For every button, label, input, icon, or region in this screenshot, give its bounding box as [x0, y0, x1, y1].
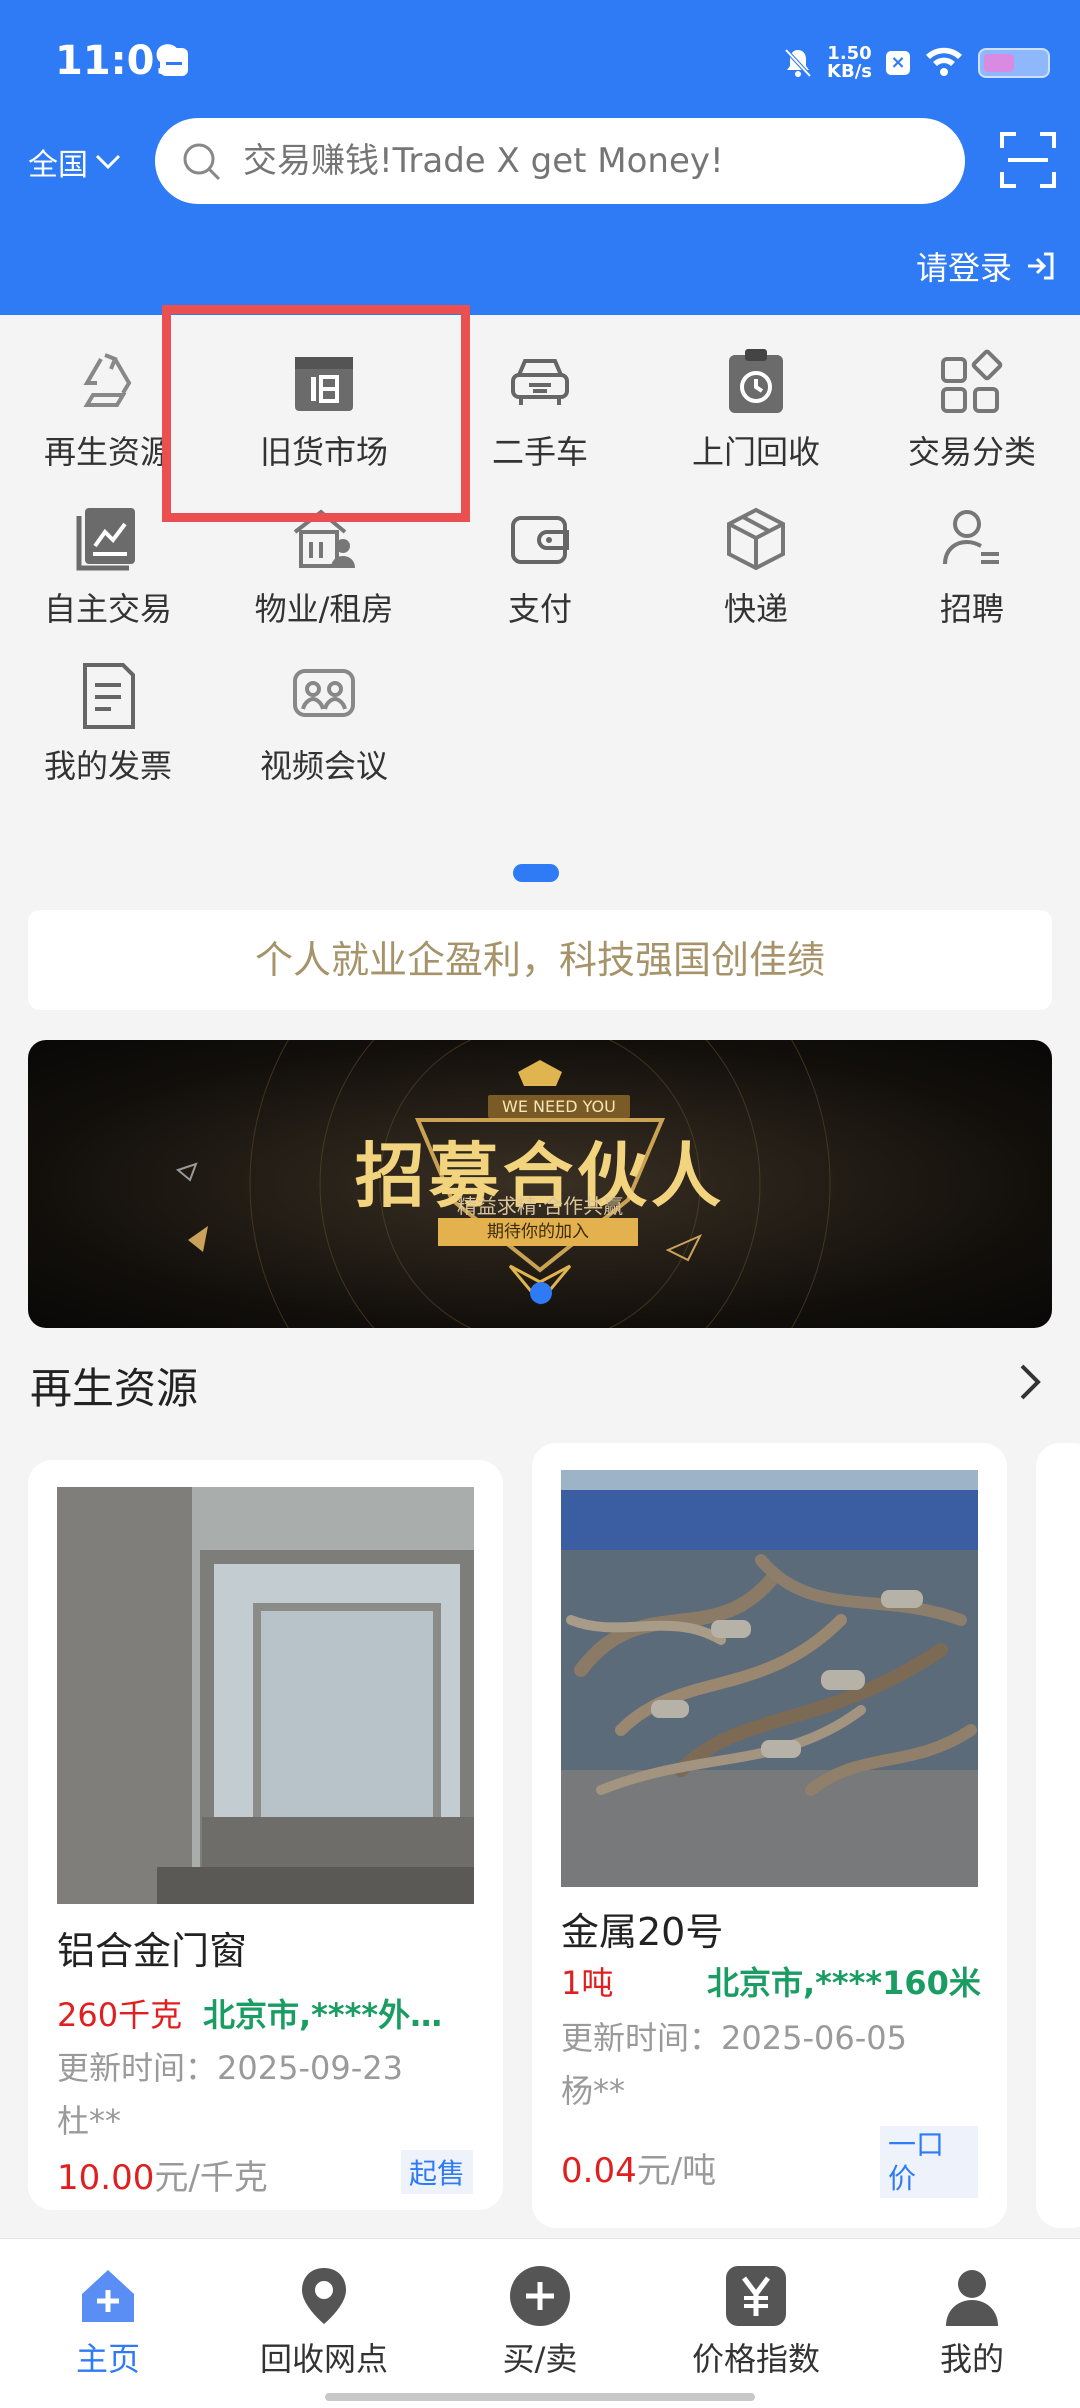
nav-mine[interactable]: 我的 — [864, 2239, 1080, 2408]
package-icon — [719, 502, 793, 576]
product-card[interactable]: 金属20号 1吨 北京市,****160米 更新时间：2025-06-05 杨*… — [532, 1443, 1007, 2228]
home-indicator — [325, 2393, 755, 2401]
grid-item-self-trade[interactable]: 自主交易 — [0, 502, 216, 659]
battery-icon — [978, 48, 1050, 78]
grid-item-video-meeting[interactable]: 视频会议 — [216, 659, 432, 816]
grid-item-invoice[interactable]: 我的发票 — [0, 659, 216, 816]
invoice-icon — [71, 659, 145, 733]
category-icon — [935, 345, 1009, 419]
top-header: 11:09 1.50KB/s × 全国 请登录 — [0, 0, 1080, 315]
grid-item-categories[interactable]: 交易分类 — [864, 345, 1080, 502]
message-icon — [160, 48, 188, 76]
book-chart-icon — [71, 502, 145, 576]
login-link[interactable]: 请登录 — [916, 243, 1056, 289]
chevron-right-icon[interactable] — [1012, 1360, 1048, 1404]
product-updated: 更新时间：2025-06-05 — [561, 2019, 907, 2057]
slogan-banner: 个人就业企盈利，科技强国创佳绩 — [28, 910, 1052, 1010]
product-card[interactable]: 铝合金门窗 260千克 北京市,****外… 更新时间：2025-09-23 杜… — [28, 1460, 503, 2210]
nav-home[interactable]: 主页 — [0, 2239, 216, 2408]
nav-buy-sell[interactable]: 买/卖 — [432, 2239, 648, 2408]
nav-recycling-points[interactable]: 回收网点 — [216, 2239, 432, 2408]
product-updated: 更新时间：2025-09-23 — [57, 2049, 403, 2087]
product-seller: 杜** — [57, 2102, 122, 2140]
bottom-nav: 主页 回收网点 买/卖 价格指数 我的 — [0, 2238, 1080, 2408]
nav-price-index[interactable]: 价格指数 — [648, 2239, 864, 2408]
product-location: 北京市,****160米 — [707, 1964, 981, 2002]
x-app-icon: × — [886, 51, 910, 75]
product-badge: 一口价 — [880, 2126, 978, 2198]
network-speed: 1.50 KB/s — [827, 43, 872, 82]
product-image-window — [57, 1487, 474, 1904]
wifi-icon — [924, 45, 964, 81]
grid-item-express[interactable]: 快递 — [648, 502, 864, 659]
home-icon — [82, 2270, 134, 2322]
product-price: 10.00元/千克 — [57, 2158, 268, 2198]
region-selector[interactable]: 全国 — [28, 140, 122, 184]
yen-icon — [726, 2266, 786, 2326]
grid-item-home-recycling[interactable]: 上门回收 — [648, 345, 864, 502]
product-name: 铝合金门窗 — [57, 1929, 248, 1973]
status-icons: 1.50 KB/s × — [783, 40, 1050, 86]
product-location: 北京市,****外… — [203, 1996, 443, 2034]
login-arrow-icon — [1028, 252, 1054, 280]
search-input[interactable] — [243, 141, 943, 181]
banner-subtitle: 精益求精·合作共赢 — [456, 1194, 624, 1218]
chevron-down-icon — [95, 154, 121, 170]
bell-off-icon — [783, 47, 813, 79]
product-quantity: 1吨 — [561, 1964, 614, 2002]
product-price: 0.04元/吨 — [561, 2151, 717, 2191]
product-image-scrap-metal — [561, 1470, 978, 1887]
banner-indicator — [530, 1282, 552, 1304]
search-icon — [183, 143, 221, 181]
page-indicator — [513, 864, 559, 882]
scan-icon[interactable] — [998, 130, 1058, 190]
plus-circle-icon — [510, 2266, 570, 2326]
wallet-icon — [503, 502, 577, 576]
status-bar: 11:09 1.50 KB/s × — [0, 0, 1080, 120]
car-icon — [503, 345, 577, 419]
product-name: 金属20号 — [561, 1910, 724, 1954]
product-card-partial[interactable] — [1036, 1443, 1080, 2228]
product-quantity: 260千克 — [57, 1996, 183, 2034]
grid-item-property-rental[interactable]: 物业/租房 — [216, 502, 432, 659]
banner-pill: 期待你的加入 — [438, 1218, 638, 1246]
section-title: 再生资源 — [30, 1364, 199, 1413]
clipboard-clock-icon — [719, 345, 793, 419]
grid-item-payment[interactable]: 支付 — [432, 502, 648, 659]
product-seller: 杨** — [561, 2072, 626, 2110]
search-bar[interactable] — [155, 118, 965, 204]
highlight-box — [162, 305, 470, 522]
grid-item-recruitment[interactable]: 招聘 — [864, 502, 1080, 659]
person-icon — [946, 2270, 998, 2326]
meeting-icon — [287, 659, 361, 733]
recycle-icon — [71, 345, 145, 419]
banner-tag: WE NEED YOU — [488, 1095, 630, 1118]
product-badge: 起售 — [400, 2150, 473, 2194]
person-list-icon — [935, 502, 1009, 576]
location-pin-icon — [302, 2268, 346, 2324]
